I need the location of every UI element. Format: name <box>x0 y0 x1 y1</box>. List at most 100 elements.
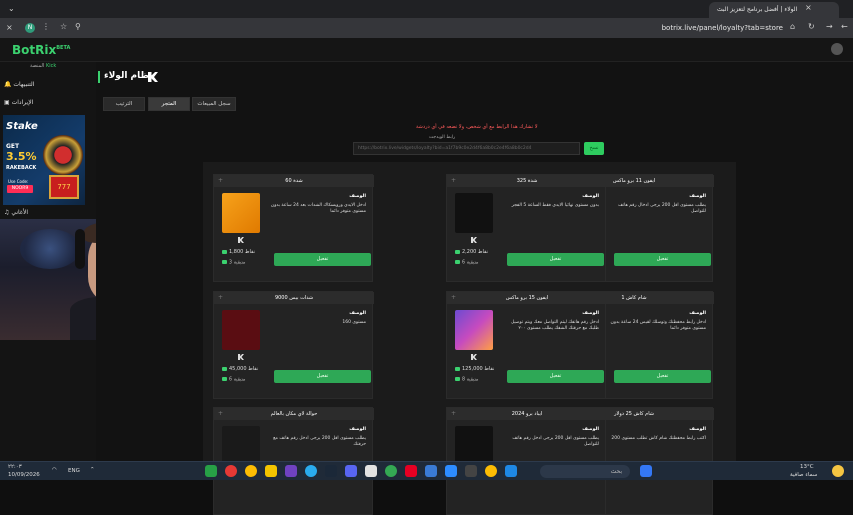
ad-code-label: Use Code: <box>8 179 29 184</box>
sidebar-item-revenue[interactable]: ▣ الإيرادات <box>4 99 33 106</box>
app-icon-pinterest[interactable] <box>405 465 417 477</box>
activate-button[interactable]: تفعيل <box>614 370 711 383</box>
card-title: حوالة لاي مكان بالعالم <box>214 408 374 420</box>
copy-button[interactable]: نسخ <box>584 142 604 155</box>
card-thumbnail <box>455 193 493 233</box>
search-icon[interactable]: ⚲ <box>75 22 81 31</box>
star-icon[interactable]: ☆ <box>60 22 67 31</box>
app-icon-green[interactable] <box>205 465 217 477</box>
roulette-image <box>43 135 83 175</box>
description-heading: الوصف <box>582 311 599 316</box>
coin-icon <box>222 249 227 254</box>
card-stock: 8 متبقية <box>455 377 479 383</box>
card-description: اكتب رابط محفظتك شام كاش تطلب مستوى 200 <box>611 436 706 441</box>
grid-icon[interactable]: ⋮ <box>42 22 50 31</box>
price-value: 1,800 <box>229 249 244 255</box>
back-icon[interactable]: ← <box>841 22 848 31</box>
ad-percent: 3.5% <box>6 150 37 163</box>
tab-store[interactable]: المتجر <box>148 97 190 111</box>
botrix-logo[interactable]: BotRixBETA <box>12 43 70 57</box>
stock-label: متبقية <box>233 260 246 266</box>
headphone-left <box>75 229 85 269</box>
price-suffix: نقاط <box>244 249 255 255</box>
activate-button[interactable]: تفعيل <box>614 253 711 266</box>
forward-icon[interactable]: → <box>826 22 833 31</box>
wifi-icon[interactable]: ◠ <box>52 467 57 473</box>
price-suffix: نقاط <box>248 366 259 372</box>
plus-icon[interactable]: + <box>218 294 223 301</box>
card-description: ادخل رقم هاتفك ليتم التواصل معك وبتم توص… <box>510 320 599 331</box>
sidebar-item-alerts[interactable]: 🔔 التنبيهات <box>4 81 34 88</box>
avatar[interactable] <box>831 43 843 55</box>
activate-button[interactable]: تفعيل <box>274 370 371 383</box>
weather-temp: 13°C <box>800 464 814 470</box>
coin-icon <box>455 377 460 381</box>
activate-button[interactable]: تفعيل <box>507 370 604 383</box>
tab-close-icon[interactable]: × <box>805 3 812 12</box>
tab-search-icon[interactable]: ⌄ <box>8 4 15 13</box>
widget-link-input[interactable]: https://botrix.live/widgets/loyalty?bid=… <box>353 142 580 155</box>
store-card: شدة 325 + الوصف بدون مستوى نهائيا الايدي… <box>446 174 607 282</box>
app-icon-blue-2[interactable] <box>505 465 517 477</box>
sidebar-item-songs[interactable]: ♫ الأغاني <box>4 209 28 216</box>
app-icon-white[interactable] <box>365 465 377 477</box>
home-icon[interactable]: ⌂ <box>790 22 795 31</box>
card-thumbnail <box>222 193 260 233</box>
card-price: 1,800 نقاط <box>222 249 255 255</box>
discord-icon[interactable] <box>345 465 357 477</box>
search-input[interactable]: بحث <box>540 465 630 478</box>
description-heading: الوصف <box>349 311 366 316</box>
app-icon-red[interactable] <box>225 465 237 477</box>
plus-icon[interactable]: + <box>451 410 456 417</box>
music-icon: ♫ <box>4 209 10 216</box>
chrome-icon-2[interactable] <box>485 465 497 477</box>
platform-label: المنصة Kick <box>30 63 56 69</box>
url-text[interactable]: botrix.live/panel/loyalty?tab=store <box>662 24 783 32</box>
tab-sales-log[interactable]: سجل المبيعات <box>192 97 236 111</box>
activate-button[interactable]: تفعيل <box>274 253 371 266</box>
taskbar: ٢٢:٠٣ 10/09/2026 ENG ◠ ⌃ بحث 13°C سماء ص… <box>0 461 853 480</box>
site-header: BotRixBETA <box>0 38 853 62</box>
chrome-icon[interactable] <box>245 465 257 477</box>
coin-icon <box>455 249 460 254</box>
edge-icon[interactable] <box>445 465 457 477</box>
activate-button[interactable]: تفعيل <box>507 253 604 266</box>
card-title: ايفون 15 برو ماكس <box>447 292 607 304</box>
app-icon-purple[interactable] <box>285 465 297 477</box>
description-heading: الوصف <box>349 194 366 199</box>
stock-value: 6 <box>462 260 466 266</box>
kick-icon <box>471 237 477 243</box>
stock-value: 8 <box>462 377 466 383</box>
plus-icon[interactable]: + <box>218 177 223 184</box>
file-explorer-icon[interactable] <box>265 465 277 477</box>
telegram-icon[interactable] <box>305 465 317 477</box>
plus-icon[interactable]: + <box>451 177 456 184</box>
card-description: يطلب مستوى اقل 200 يرجى ادخال رقم هاتف ل… <box>618 203 706 214</box>
steam-icon[interactable] <box>325 465 337 477</box>
language-indicator[interactable]: ENG <box>68 468 80 474</box>
windows-start-icon[interactable] <box>640 465 652 477</box>
card-description: ادخل الايدي ورويسكاك الشدات بعد 24 ساعة … <box>270 203 366 214</box>
sidebar-item-label: الأغاني <box>11 209 29 216</box>
reload-icon[interactable]: ↻ <box>808 22 815 31</box>
app-icon-blue[interactable] <box>425 465 437 477</box>
plus-icon[interactable]: + <box>218 410 223 417</box>
browser-tab[interactable]: الولاء | أفضل برنامج لتعزيز البث <box>709 2 839 18</box>
extension-icon[interactable]: N <box>25 23 35 33</box>
tab-ranking[interactable]: الترتيب <box>103 97 145 111</box>
stake-ad[interactable]: Stake GET 3.5% RAKEBACK Use Code: NOOR9 … <box>3 115 85 205</box>
price-value: 45,000 <box>229 366 247 372</box>
coin-icon <box>222 377 227 381</box>
kick-icon <box>471 354 477 360</box>
plus-icon[interactable]: + <box>451 294 456 301</box>
bell-icon: 🔔 <box>4 81 12 88</box>
ad-brand: Stake <box>6 121 38 132</box>
app-icon-gray[interactable] <box>465 465 477 477</box>
clock-time: ٢٢:٠٣ <box>8 464 22 470</box>
card-description: ادخل رابط محفظتك وتوسلك لقيس 24 ساعة بدو… <box>610 320 706 331</box>
chevron-up-icon[interactable]: ⌃ <box>90 467 95 473</box>
chrome-green-icon[interactable] <box>385 465 397 477</box>
card-description: مستوى 160 <box>342 320 366 325</box>
logo-text: BotRix <box>12 43 57 57</box>
window-close-icon[interactable]: × <box>6 23 13 32</box>
